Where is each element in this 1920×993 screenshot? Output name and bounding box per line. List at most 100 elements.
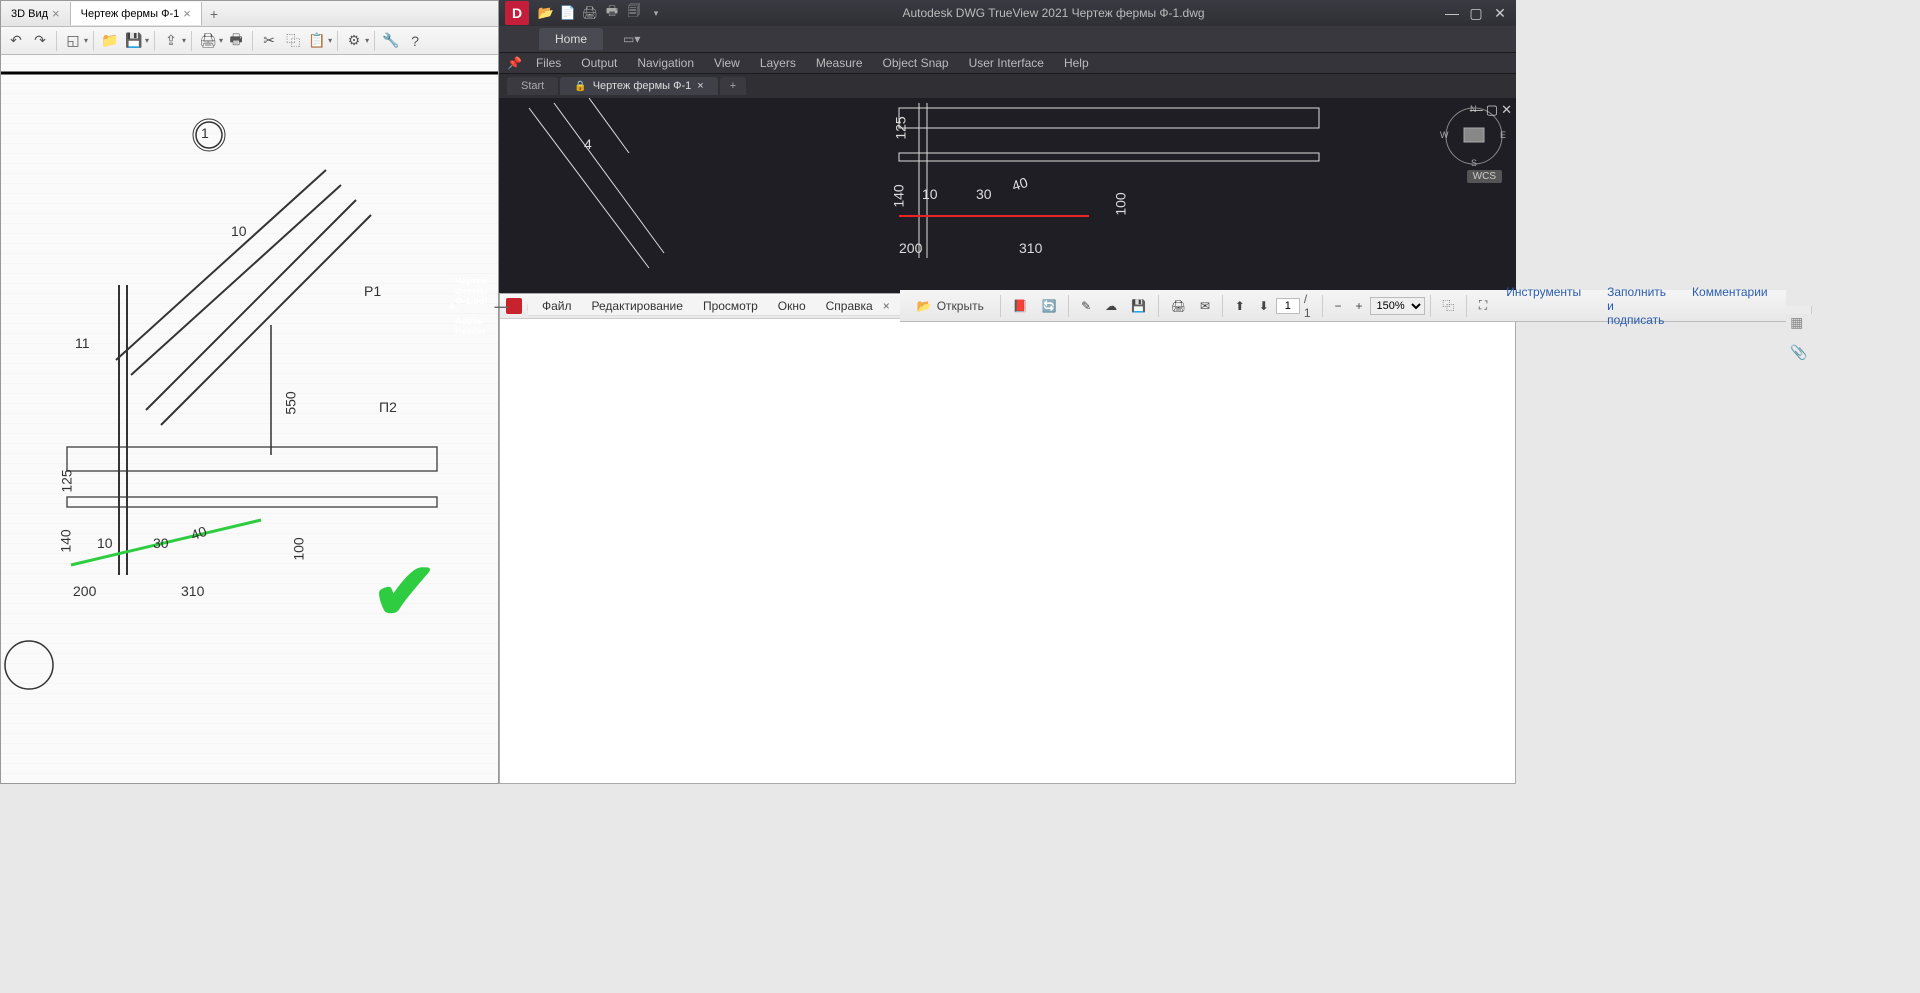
undo-icon[interactable]: ↶ (5, 30, 27, 52)
open-icon[interactable]: 📂 (537, 4, 555, 22)
maximize-icon[interactable]: ▢ (1466, 5, 1486, 22)
export-icon[interactable]: ⇪ (160, 30, 182, 52)
dwg-ribbon: Home ▭▾ (499, 26, 1516, 52)
fill-sign-button[interactable]: Заполнить и подписать (1595, 281, 1678, 331)
panel-toggle-icon[interactable]: ▭▾ (623, 32, 640, 46)
save-icon[interactable]: 💾 (123, 30, 145, 52)
create-pdf-icon[interactable]: 📕 (1006, 295, 1035, 317)
new-tab-button[interactable]: + (202, 4, 226, 24)
paste-icon[interactable]: 📋 (306, 30, 328, 52)
fit-page-icon[interactable]: ⿻ (1435, 293, 1461, 318)
menu-help[interactable]: Справка (816, 299, 883, 313)
left-tabs: 3D Вид × Чертеж фермы Ф-1 × + (1, 1, 498, 27)
menu-help[interactable]: Help (1054, 56, 1099, 70)
menu-view[interactable]: View (704, 56, 750, 70)
menu-layers[interactable]: Layers (750, 56, 806, 70)
menu-files[interactable]: Files (526, 56, 571, 70)
menu-file[interactable]: Файл (532, 299, 582, 313)
wrench-icon[interactable]: 🔧 (380, 30, 402, 52)
help-icon[interactable]: ? (404, 30, 426, 52)
left-canvas[interactable]: 1 10 Р1 11 П2 550 125 140 10 30 40 100 2… (1, 55, 498, 783)
close-icon[interactable]: × (52, 6, 60, 21)
copy-view-icon[interactable]: ◱ (62, 30, 84, 52)
cloud-icon[interactable]: ☁ (1098, 295, 1124, 317)
nav-e: E (1500, 130, 1506, 140)
close-icon[interactable]: ✕ (1490, 5, 1510, 22)
close-icon[interactable]: × (697, 80, 703, 92)
menu-userinterface[interactable]: User Interface (959, 56, 1054, 70)
tab-home[interactable]: Home (539, 28, 603, 50)
left-cad-app: 3D Вид × Чертеж фермы Ф-1 × + ↶ ↷ ◱▾ 📁 💾… (0, 0, 499, 784)
menu-navigation[interactable]: Navigation (627, 56, 704, 70)
redo-icon[interactable]: ↷ (29, 30, 51, 52)
menu-close-icon[interactable]: × (883, 299, 896, 313)
minimize-viewport-icon[interactable]: — (1470, 102, 1483, 118)
dim-125: 125 (59, 469, 75, 492)
zoom-out-icon[interactable]: − (1328, 295, 1349, 317)
menu-output[interactable]: Output (571, 56, 627, 70)
print-icon[interactable]: 🖨 (581, 4, 599, 22)
lock-icon: 🔒 (574, 81, 586, 92)
menu-window[interactable]: Окно (768, 299, 816, 313)
dim-200: 200 (73, 583, 96, 599)
dim-100: 100 (291, 537, 307, 560)
app-title: Autodesk DWG TrueView 2021 Чертеж фермы … (665, 6, 1442, 20)
wcs-badge[interactable]: WCS (1467, 170, 1502, 183)
print-icon[interactable]: 🖨 (197, 30, 219, 52)
new-doctab-button[interactable]: + (720, 77, 746, 95)
menu-objectsnap[interactable]: Object Snap (873, 56, 959, 70)
dwg-canvas[interactable]: 4 125 140 10 30 40 100 200 310 N S E W W… (499, 98, 1516, 293)
prev-page-icon[interactable]: ⬆ (1228, 295, 1252, 317)
minimize-icon[interactable]: — (488, 298, 516, 315)
print-preview-icon[interactable]: 🖶 (225, 30, 247, 52)
dim-310: 310 (1019, 240, 1042, 256)
dim-550: 550 (283, 391, 299, 414)
email-icon[interactable]: ✉ (1193, 295, 1217, 317)
open-label: Открыть (937, 299, 984, 313)
menu-view[interactable]: Просмотр (693, 299, 768, 313)
attachments-icon[interactable]: 📎 (1790, 344, 1806, 360)
batch-plot-icon[interactable]: 🗐 (625, 4, 643, 22)
dim-30: 30 (153, 535, 169, 551)
tab-drawing[interactable]: Чертеж фермы Ф-1 × (71, 2, 202, 25)
pin-icon[interactable]: 📌 (507, 56, 522, 70)
menu-edit[interactable]: Редактирование (582, 299, 693, 313)
edit-pdf-icon[interactable]: ✎ (1074, 295, 1098, 317)
pdf-sidebar: ▦ 📎 (1786, 306, 1812, 314)
pdf-titlebar: A Чертеж фермы Ф-1.pdf - Adobe Reader — … (500, 294, 1515, 319)
settings-icon[interactable]: ⚙ (343, 30, 365, 52)
menu-measure[interactable]: Measure (806, 56, 873, 70)
tab-label: Чертеж фермы Ф-1 (593, 80, 692, 92)
app-logo-icon[interactable]: D (505, 1, 529, 25)
dim-100: 100 (1113, 192, 1129, 215)
print-icon[interactable]: 🖨 (1164, 295, 1193, 317)
dropdown-icon[interactable]: ▾ (647, 4, 665, 22)
save-icon[interactable]: 💾 (1124, 295, 1153, 317)
close-icon[interactable]: × (183, 6, 191, 21)
doctab-start[interactable]: Start (507, 77, 558, 95)
zoom-select[interactable]: 150% (1370, 297, 1425, 315)
copy-icon[interactable]: ⿻ (282, 30, 304, 52)
read-mode-icon[interactable]: ⛶ (1472, 294, 1494, 317)
thumbnails-icon[interactable]: ▦ (1790, 314, 1806, 330)
next-page-icon[interactable]: ⬇ (1252, 295, 1276, 317)
dim-30: 30 (976, 186, 992, 202)
convert-pdf-icon[interactable]: 🔄 (1034, 295, 1063, 317)
open-icon[interactable]: 📁 (99, 30, 121, 52)
page-input[interactable] (1276, 298, 1300, 314)
tools-button[interactable]: Инструменты (1494, 281, 1593, 331)
close-viewport-icon[interactable]: ✕ (1501, 102, 1512, 118)
sheet-icon[interactable]: 📄 (559, 4, 577, 22)
maximize-viewport-icon[interactable]: ▢ (1486, 102, 1498, 118)
plot-preview-icon[interactable]: 🖶 (603, 4, 621, 22)
label-11: 11 (75, 335, 90, 351)
nav-w: W (1440, 130, 1449, 140)
doctab-drawing[interactable]: 🔒 Чертеж фермы Ф-1 × (560, 77, 718, 95)
tab-3d-view[interactable]: 3D Вид × (1, 2, 71, 25)
minimize-icon[interactable]: — (1442, 5, 1462, 22)
open-button[interactable]: 📂 Открыть (906, 295, 995, 317)
comments-button[interactable]: Комментарии (1680, 281, 1780, 331)
dwg-doc-tabs: Start 🔒 Чертеж фермы Ф-1 × + (499, 74, 1516, 98)
zoom-in-icon[interactable]: + (1349, 295, 1370, 317)
cut-icon[interactable]: ✂ (258, 30, 280, 52)
